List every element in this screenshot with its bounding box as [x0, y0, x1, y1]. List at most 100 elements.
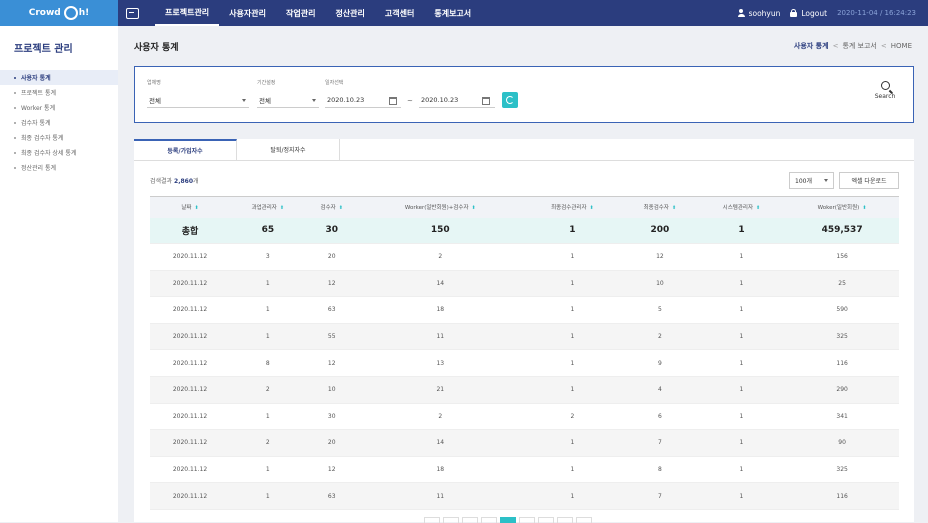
page-prev-button[interactable]: [443, 517, 459, 523]
table-cell: 116: [785, 482, 899, 510]
table-cell: 6: [622, 403, 698, 431]
page-size-select[interactable]: 100개: [789, 172, 834, 189]
nav-item-settlement[interactable]: 정산관리: [325, 0, 374, 26]
table-cell: 2020.11.12: [150, 482, 230, 510]
page-button[interactable]: [462, 517, 478, 523]
excel-download-button[interactable]: 엑셀 다운로드: [839, 172, 899, 189]
table-cell: 2020.11.12: [150, 376, 230, 404]
bullet-icon: [14, 76, 16, 79]
stats-table: 날짜 ⬍ 과업관리자 ⬍ 검수자 ⬍ Worker(일반회원)+검수자 ⬍ 최종검수관리…: [150, 196, 899, 510]
table-cell: 21: [357, 376, 523, 404]
sidebar-item-worker-stats[interactable]: Worker 통계: [0, 100, 118, 115]
table-cell: 11: [357, 323, 523, 351]
sidebar-item-settlement-stats[interactable]: 정산관리 통계: [0, 160, 118, 175]
table-cell: 2020.11.12: [150, 403, 230, 431]
logo[interactable]: Crowd h!: [0, 0, 118, 26]
page-button[interactable]: [538, 517, 554, 523]
column-header[interactable]: 검수자 ⬍: [305, 196, 358, 218]
pagination: [424, 517, 592, 523]
page-first-button[interactable]: [424, 517, 440, 523]
nav-item-support[interactable]: 고객센터: [375, 0, 424, 26]
company-select[interactable]: 전체: [147, 93, 249, 108]
breadcrumb-parent[interactable]: 통계 보고서: [842, 41, 876, 51]
table-row: 2020.11.12 2 10 21 1 4 1 290: [150, 376, 899, 404]
sort-icon: ⬍: [471, 205, 476, 212]
table-cell: 10: [622, 270, 698, 298]
table-cell: 116: [785, 349, 899, 377]
page-button[interactable]: [481, 517, 497, 523]
menu-toggle-icon[interactable]: [126, 7, 139, 19]
logo-ring-icon: [63, 6, 78, 20]
table-cell: 1: [697, 270, 786, 298]
sort-icon: ⬍: [589, 205, 594, 212]
table-cell: 18: [357, 456, 523, 484]
sidebar-item-project-stats[interactable]: 프로젝트 통계: [0, 85, 118, 100]
table-cell: 8: [229, 349, 306, 377]
column-header-label: 검수자: [320, 205, 336, 212]
table-cell: 1: [697, 429, 786, 457]
table-cell: 1: [229, 270, 306, 298]
column-header[interactable]: Worker(일반회원)+검수자 ⬍: [357, 196, 523, 218]
company-label: 업체명: [147, 80, 161, 86]
sidebar-item-label: 최종 검수자 상세 통계: [21, 150, 77, 157]
search-icon: [880, 81, 890, 90]
sidebar-item-reviewer-stats[interactable]: 검수자 통계: [0, 115, 118, 130]
sort-icon: ⬍: [338, 205, 343, 212]
table-cell: 12: [305, 456, 358, 484]
lock-icon: [790, 9, 798, 17]
table-cell: 2020.11.12: [150, 456, 230, 484]
calendar-icon[interactable]: [482, 97, 490, 105]
page-last-button[interactable]: [576, 517, 592, 523]
column-header-label: Worker(일반회원)+검수자: [404, 205, 469, 212]
table-cell: 25: [785, 270, 899, 298]
nav-item-project[interactable]: 프로젝트관리: [155, 0, 220, 26]
logo-suffix: h!: [78, 8, 90, 18]
user-icon: [737, 9, 745, 17]
table-row: 2020.11.12 1 63 11 1 7 1 116: [150, 482, 899, 510]
column-header-label: 날짜: [181, 205, 192, 212]
sidebar-title: 프로젝트 관리: [14, 44, 73, 55]
sidebar-item-final-reviewer-stats[interactable]: 최종 검수자 통계: [0, 130, 118, 145]
breadcrumb-home[interactable]: HOME: [891, 42, 912, 50]
page-button-current[interactable]: [500, 517, 516, 523]
table-cell: 5: [622, 296, 698, 324]
main-content: 사용자 통계 사용자 통계 < 통계 보고서 < HOME 업체명 전체 기간설…: [118, 26, 928, 523]
table-cell: 55: [305, 323, 358, 351]
nav-item-user[interactable]: 사용자관리: [219, 0, 276, 26]
table-cell: 20: [305, 243, 358, 271]
table-cell: 14: [357, 429, 523, 457]
period-select[interactable]: 전체: [257, 93, 319, 108]
table-cell: 63: [305, 482, 358, 510]
breadcrumb-current[interactable]: 사용자 통계: [794, 41, 829, 51]
column-header[interactable]: Woker(일반회원) ⬍: [785, 196, 899, 218]
sidebar-item-final-reviewer-detail-stats[interactable]: 최종 검수자 상세 통계: [0, 145, 118, 160]
table-cell: 9: [622, 349, 698, 377]
table-cell: 2020.11.12: [150, 349, 230, 377]
page-next-button[interactable]: [557, 517, 573, 523]
nav-item-task[interactable]: 작업관리: [276, 0, 325, 26]
column-header[interactable]: 날짜 ⬍: [150, 196, 230, 218]
table-row: 2020.11.12 1 55 11 1 2 1 325: [150, 323, 899, 351]
column-header[interactable]: 최종검수자 ⬍: [622, 196, 698, 218]
sidebar-item-label: 최종 검수자 통계: [21, 135, 64, 142]
table-cell: 2: [522, 403, 623, 431]
column-header[interactable]: 최종검수관리자 ⬍: [522, 196, 623, 218]
logout-button[interactable]: Logout: [790, 9, 827, 18]
sidebar-item-label: 프로젝트 통계: [21, 90, 57, 97]
tab-registration[interactable]: 등록/가입자수: [134, 139, 237, 160]
table-row: 2020.11.12 1 12 14 1 10 1 25: [150, 270, 899, 298]
user-menu[interactable]: soohyun: [737, 9, 780, 18]
date-range-tilde: ~: [407, 97, 413, 105]
search-button[interactable]: Search: [871, 81, 899, 100]
nav-item-report[interactable]: 통계보고서: [424, 0, 481, 26]
page-button[interactable]: [519, 517, 535, 523]
calendar-icon[interactable]: [389, 97, 397, 105]
column-header[interactable]: 과업관리자 ⬍: [229, 196, 306, 218]
table-cell: 1: [522, 243, 623, 271]
table-cell: 90: [785, 429, 899, 457]
refresh-button[interactable]: [502, 92, 518, 108]
table-cell: 2: [229, 429, 306, 457]
column-header[interactable]: 시스템관리자 ⬍: [697, 196, 786, 218]
tab-withdrawal[interactable]: 탈퇴/정지자수: [237, 139, 340, 160]
sidebar-item-user-stats[interactable]: 사용자 통계: [0, 70, 118, 85]
